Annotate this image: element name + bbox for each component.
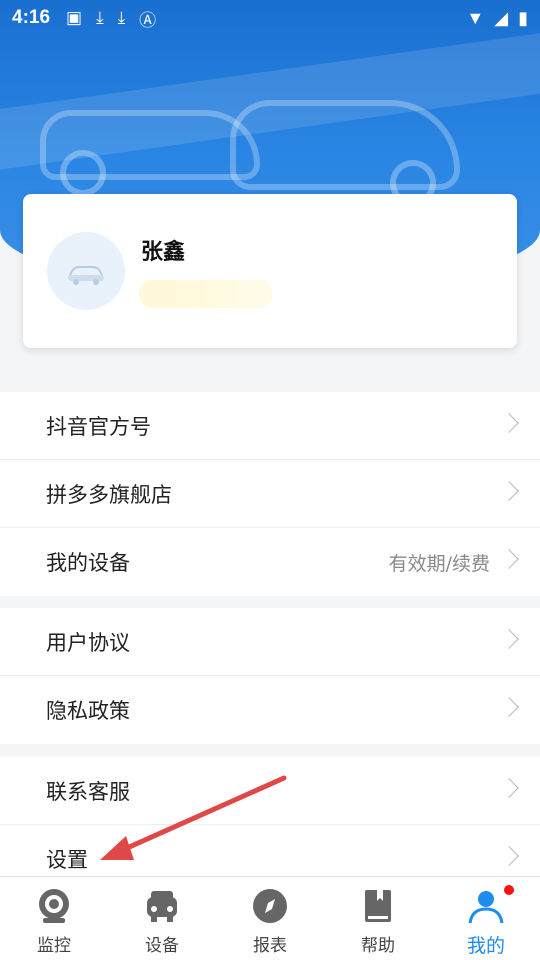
car-front-icon (143, 887, 181, 925)
menu-item-customer-service[interactable]: 联系客服 (0, 757, 540, 825)
tab-label: 帮助 (361, 936, 395, 956)
menu-item-privacy-policy[interactable]: 隐私政策 (0, 676, 540, 744)
tab-help[interactable]: 帮助 (324, 877, 432, 960)
avatar[interactable] (47, 232, 125, 310)
tab-label: 监控 (37, 936, 71, 956)
tab-reports[interactable]: 报表 (216, 877, 324, 960)
menu-group-legal: 用户协议 隐私政策 (0, 608, 540, 744)
tab-label: 设备 (145, 936, 179, 956)
menu-label: 隐私政策 (46, 699, 130, 723)
menu-group-links: 抖音官方号 拼多多旗舰店 我的设备 有效期/续费 (0, 392, 540, 596)
tab-label: 报表 (253, 936, 287, 956)
tab-monitor[interactable]: 监控 (0, 877, 108, 960)
tab-mine[interactable]: 我的 (432, 877, 540, 960)
font-icon: Ⓐ (139, 10, 157, 30)
battery-icon: ▮ (518, 7, 528, 28)
signal-icon: ◢ (494, 7, 509, 28)
camera-icon (35, 887, 73, 925)
tab-label: 我的 (466, 935, 505, 957)
tab-devices[interactable]: 设备 (108, 877, 216, 960)
download-icon: ⤓ (117, 8, 126, 27)
profile-card[interactable]: 张鑫 (23, 194, 517, 348)
menu-label: 用户协议 (46, 630, 130, 655)
menu-item-pinduoduo[interactable]: 拼多多旗舰店 (0, 460, 540, 528)
bottom-tab-bar: 监控 设备 报表 帮助 我的 (0, 876, 540, 960)
menu-group-support: 联系客服 设置 (0, 757, 540, 893)
username: 张鑫 (141, 240, 186, 265)
chevron-right-icon (499, 846, 519, 866)
chevron-right-icon (499, 697, 519, 717)
car-avatar-icon (68, 266, 104, 285)
person-icon (467, 887, 505, 925)
wifi-icon: ▼ (466, 7, 485, 28)
menu-item-douyin[interactable]: 抖音官方号 (0, 392, 540, 460)
image-icon: ▣ (66, 8, 83, 27)
menu-label: 设置 (46, 848, 88, 872)
book-icon (359, 887, 397, 925)
compass-icon (251, 887, 289, 925)
vip-badge (139, 280, 273, 308)
menu-item-my-devices[interactable]: 我的设备 有效期/续费 (0, 528, 540, 596)
status-bar: 4:16 ▣ ⤓ ⤓ Ⓐ ▼ ◢ ▮ (0, 0, 540, 36)
menu-label: 我的设备 (46, 551, 130, 575)
menu-label: 抖音官方号 (46, 414, 151, 439)
chevron-right-icon (499, 413, 519, 433)
menu-subtext: 有效期/续费 (388, 552, 490, 575)
chevron-right-icon (499, 549, 519, 569)
status-time: 4:16 (12, 7, 51, 28)
menu-label: 拼多多旗舰店 (46, 482, 172, 507)
chevron-right-icon (499, 629, 519, 649)
notification-dot (504, 885, 514, 895)
menu-item-user-agreement[interactable]: 用户协议 (0, 608, 540, 676)
download-icon: ⤓ (96, 8, 104, 27)
chevron-right-icon (499, 481, 519, 501)
chevron-right-icon (499, 778, 519, 798)
menu-label: 联系客服 (46, 779, 130, 804)
